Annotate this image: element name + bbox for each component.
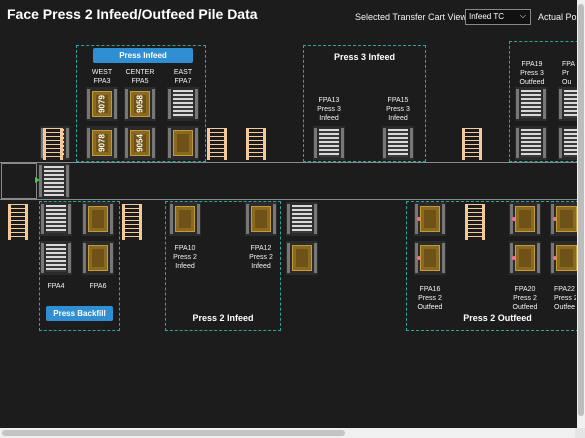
press2-outfeed-title: Press 2 Outfeed xyxy=(463,313,532,323)
fpa6-upper-position[interactable] xyxy=(82,202,114,236)
fpa20-label: FPA20 Press 2 Outfeed xyxy=(509,285,541,312)
fpa20-kind: Outfeed xyxy=(512,304,538,311)
fpa20-id: FPA20 xyxy=(514,286,536,293)
center-label: CENTER xyxy=(125,69,155,76)
pile-number: 9078 xyxy=(97,134,107,152)
pile-number: 9054 xyxy=(135,134,145,152)
stand-fpa9 xyxy=(246,128,266,160)
fpa7-upper-position[interactable] xyxy=(167,87,199,121)
press3-infeed-title: Press 3 Infeed xyxy=(333,52,396,62)
center-fpa5-label: CENTER FPA5 xyxy=(124,68,156,86)
stand-fpa2 xyxy=(43,128,63,160)
fpa13-position[interactable] xyxy=(313,126,345,160)
fpa15-kind: Infeed xyxy=(388,115,408,122)
fpa19-label: FPA19 Press 3 Outfeed xyxy=(516,60,548,87)
fpa3-label: FPA3 xyxy=(93,78,111,85)
press-infeed-button[interactable]: Press Infeed xyxy=(93,48,193,63)
fpa12-position[interactable] xyxy=(245,202,277,236)
fpa7-lower-position[interactable] xyxy=(167,126,199,160)
west-fpa3-label: WEST FPA3 xyxy=(86,68,118,86)
fpa15-press: Press 3 xyxy=(386,106,410,113)
fpa22-kind: Outfee xyxy=(554,304,576,311)
fpa22-id: FPA22 xyxy=(554,286,575,293)
fpa3-lower-position[interactable]: 9078 xyxy=(86,126,118,160)
fpa15-id: FPA15 xyxy=(387,97,409,104)
fpa20-lower-position[interactable] xyxy=(509,241,541,275)
stand-fpa17 xyxy=(462,128,482,160)
fpa19-press: Press 3 xyxy=(520,70,544,77)
west-label: WEST xyxy=(91,69,113,76)
fpa6-lower-position[interactable] xyxy=(82,241,114,275)
fpa19-lower-position[interactable] xyxy=(515,126,547,160)
fpa20-press: Press 2 xyxy=(513,295,537,302)
pile-number: 9079 xyxy=(97,95,107,113)
cart-view-select[interactable]: Infeed TC ⌵ xyxy=(465,9,531,25)
fpa4-lower-position[interactable] xyxy=(40,241,72,275)
fpa4-label: FPA4 xyxy=(47,283,65,290)
fpa10-press: Press 2 xyxy=(173,254,197,261)
fpa13-kind: Infeed xyxy=(319,115,339,122)
east-label: EAST xyxy=(173,69,193,76)
fpa22-press: Press 2 xyxy=(554,295,576,302)
fpa10-id: FPA10 xyxy=(174,245,196,252)
fpa14-lower-position[interactable] xyxy=(286,241,318,275)
fpa12-id: FPA12 xyxy=(250,245,272,252)
fpa4-upper-position[interactable] xyxy=(40,202,72,236)
stand-fpa8-lower xyxy=(122,204,142,240)
fpa15-label: FPA15 Press 3 Infeed xyxy=(382,96,414,123)
fpa12-press: Press 2 xyxy=(249,254,273,261)
cart-view-label: Selected Transfer Cart View: xyxy=(355,12,470,22)
vertical-scroll-thumb[interactable] xyxy=(578,4,584,416)
cart-direction-arrow-icon xyxy=(35,177,40,183)
fpa15-position[interactable] xyxy=(382,126,414,160)
transfer-cart-track xyxy=(0,162,585,200)
fpa16-lower-position[interactable] xyxy=(414,241,446,275)
pile-number: 9058 xyxy=(135,95,145,113)
fpa22-label: FPA22 Press 2 Outfee xyxy=(554,285,576,312)
fpa16-label: FPA16 Press 2 Outfeed xyxy=(414,285,446,312)
fpa22-lower-position[interactable] xyxy=(550,241,577,275)
stand-fpa18 xyxy=(465,204,485,240)
horizontal-scroll-thumb[interactable] xyxy=(2,430,345,436)
fpa13-press: Press 3 xyxy=(317,106,341,113)
fpa12-label: FPA12 Press 2 Infeed xyxy=(245,244,277,271)
fpa16-kind: Outfeed xyxy=(417,304,443,311)
fpa10-label: FPA10 Press 2 Infeed xyxy=(169,244,201,271)
actual-pos-label: Actual Pos xyxy=(538,12,582,22)
page-title: Face Press 2 Infeed/Outfeed Pile Data xyxy=(7,6,258,22)
scrollbar-corner xyxy=(575,428,585,438)
fpa3-upper-position[interactable]: 9079 xyxy=(86,87,118,121)
fpa10-kind: Infeed xyxy=(175,263,195,270)
fpa16-upper-position[interactable] xyxy=(414,202,446,236)
press2-infeed-title: Press 2 Infeed xyxy=(192,313,254,323)
fpa16-id: FPA16 xyxy=(419,286,441,293)
fpa19-kind: Outfeed xyxy=(519,79,545,86)
fpa10-position[interactable] xyxy=(169,202,201,236)
stand-fpa8 xyxy=(207,128,227,160)
fpa21-upper-position[interactable] xyxy=(558,87,577,121)
fpa7-label: FPA7 xyxy=(174,78,192,85)
fpa19-id: FPA19 xyxy=(521,61,543,68)
fpa14-upper-position[interactable] xyxy=(286,202,318,236)
fpa16-press: Press 2 xyxy=(418,295,442,302)
fpa20-upper-position[interactable] xyxy=(509,202,541,236)
fpa5-lower-position[interactable]: 9054 xyxy=(124,126,156,160)
fpa12-kind: Infeed xyxy=(251,263,271,270)
fpa5-upper-position[interactable]: 9058 xyxy=(124,87,156,121)
fpa6-label: FPA6 xyxy=(89,283,107,290)
fpa22-upper-position[interactable] xyxy=(550,202,577,236)
fpa13-label: FPA13 Press 3 Infeed xyxy=(313,96,345,123)
fpa13-id: FPA13 xyxy=(318,97,340,104)
fpa21-lower-position[interactable] xyxy=(558,126,577,160)
cart-view-value: Infeed TC xyxy=(469,12,504,21)
press-backfill-button[interactable]: Press Backfill xyxy=(46,306,113,321)
chevron-down-icon: ⌵ xyxy=(519,11,526,20)
fpa19-upper-position[interactable] xyxy=(515,87,547,121)
fpa5-label: FPA5 xyxy=(131,78,149,85)
transfer-cart-home xyxy=(1,163,37,199)
east-fpa7-label: EAST FPA7 xyxy=(167,68,199,86)
transfer-cart[interactable] xyxy=(38,163,70,199)
stand-lower-left xyxy=(8,204,28,240)
